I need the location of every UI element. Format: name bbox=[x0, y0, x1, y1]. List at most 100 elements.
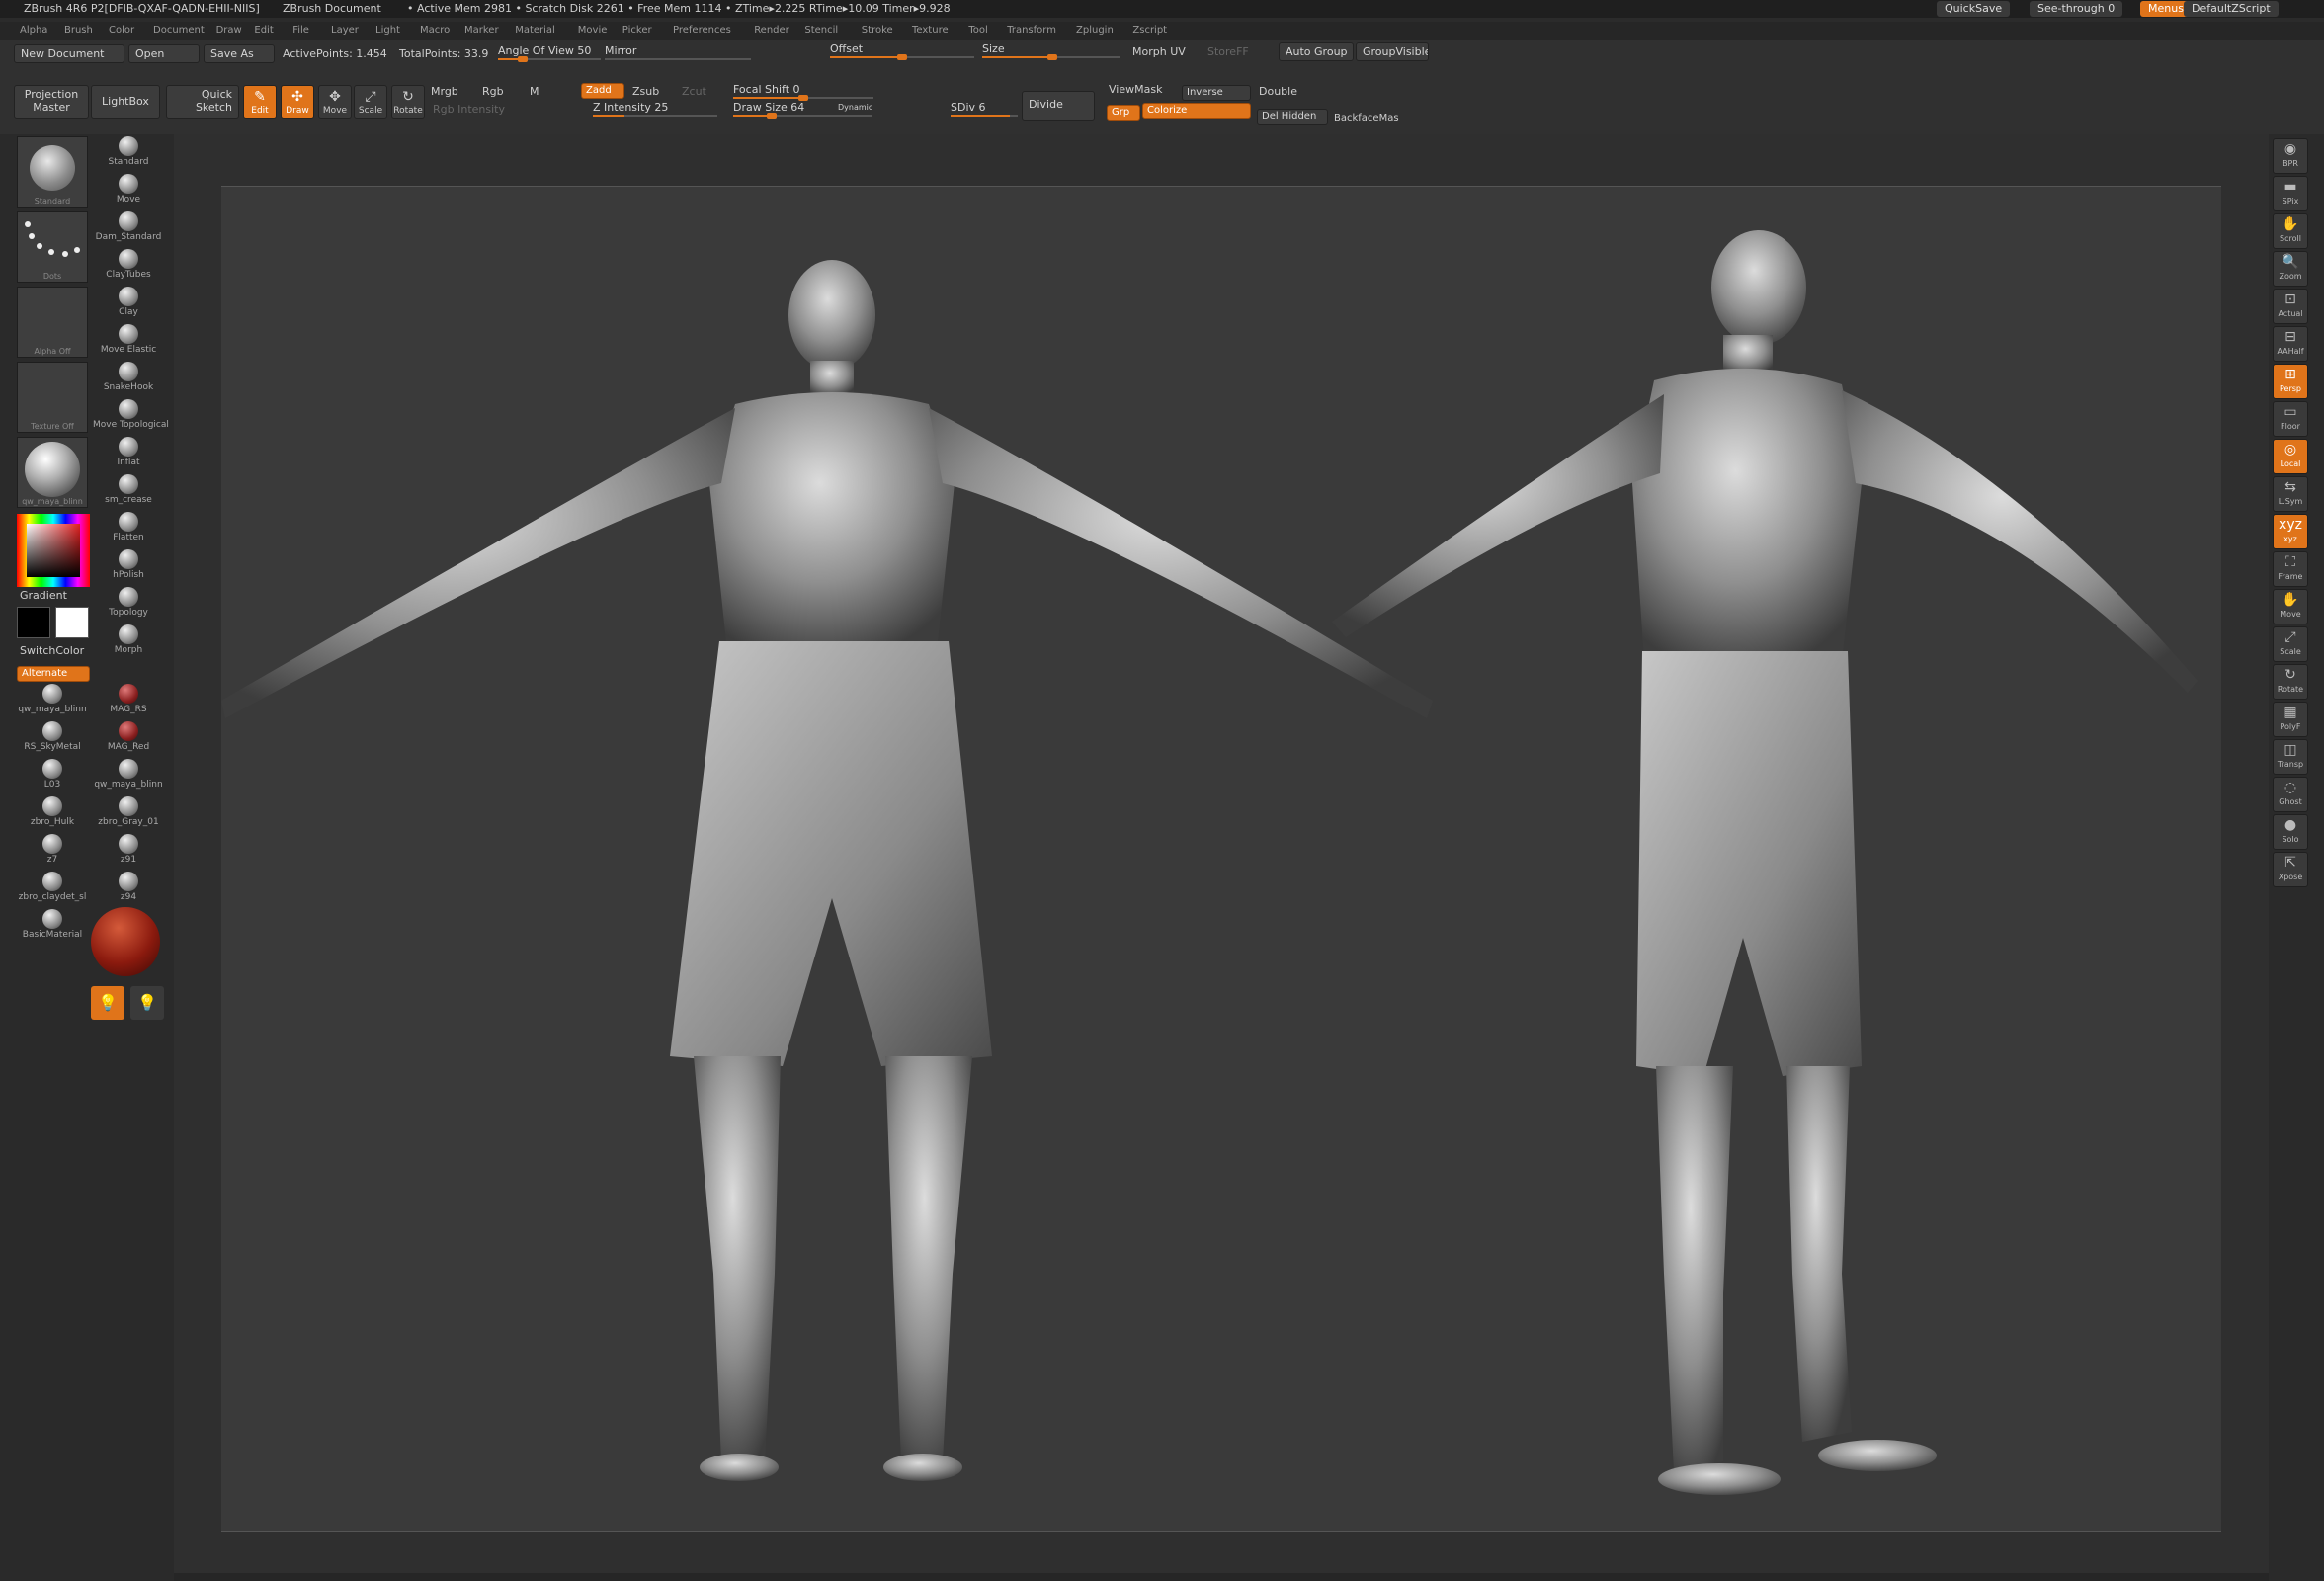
menu-movie[interactable]: Movie bbox=[578, 25, 608, 36]
save-as-button[interactable]: Save As bbox=[204, 44, 275, 63]
brush-item[interactable]: Move bbox=[93, 174, 164, 211]
brush-item[interactable]: sm_crease bbox=[93, 474, 164, 512]
double-button[interactable]: Double bbox=[1259, 85, 1297, 98]
angle-of-view-slider[interactable]: Angle Of View 50 bbox=[498, 44, 601, 62]
shelf-persp-button[interactable]: ⊞ Persp bbox=[2273, 364, 2308, 399]
offset-slider[interactable]: Offset bbox=[830, 42, 974, 60]
group-visible-button[interactable]: GroupVisible bbox=[1356, 42, 1429, 61]
brush-item[interactable]: ClayTubes bbox=[93, 249, 164, 287]
shelf-xpose-button[interactable]: ⇱ Xpose bbox=[2273, 852, 2308, 887]
material-thumb[interactable]: qw_maya_blinn bbox=[17, 437, 88, 508]
projection-master-button[interactable]: Projection Master bbox=[14, 85, 89, 119]
red-material-sphere[interactable] bbox=[91, 907, 160, 976]
rgb-button[interactable]: Rgb bbox=[482, 85, 504, 98]
menu-layer[interactable]: Layer bbox=[331, 25, 359, 36]
shelf-aahalf-button[interactable]: ⊟ AAHalf bbox=[2273, 326, 2308, 362]
shelf-spix-button[interactable]: ▬ SPix bbox=[2273, 176, 2308, 211]
brush-item[interactable]: Flatten bbox=[93, 512, 164, 549]
menu-render[interactable]: Render bbox=[754, 25, 789, 36]
m-button[interactable]: M bbox=[530, 85, 540, 98]
brush-item[interactable]: Dam_Standard bbox=[93, 211, 164, 249]
material-item[interactable]: L03 bbox=[17, 759, 88, 796]
menu-document[interactable]: Document bbox=[153, 25, 205, 36]
backface-mask-button[interactable]: BackfaceMas bbox=[1334, 113, 1399, 124]
material-item[interactable]: BasicMaterial bbox=[17, 909, 88, 947]
viewmask-button[interactable]: ViewMask bbox=[1109, 83, 1162, 96]
menu-tool[interactable]: Tool bbox=[968, 25, 987, 36]
zsub-button[interactable]: Zsub bbox=[632, 85, 659, 98]
divide-button[interactable]: Divide bbox=[1022, 91, 1095, 121]
stroke-thumb[interactable]: Dots bbox=[17, 211, 88, 283]
menu-color[interactable]: Color bbox=[109, 25, 134, 36]
shelf-transp-button[interactable]: ◫ Transp bbox=[2273, 739, 2308, 775]
alpha-thumb[interactable]: Alpha Off bbox=[17, 287, 88, 358]
menu-zplugin[interactable]: Zplugin bbox=[1076, 25, 1114, 36]
see-through-slider[interactable]: See-through 0 bbox=[2030, 1, 2123, 17]
brush-item[interactable]: hPolish bbox=[93, 549, 164, 587]
menu-file[interactable]: File bbox=[292, 25, 309, 36]
scale-mode-button[interactable]: ⤢ Scale bbox=[354, 85, 387, 119]
menu-macro[interactable]: Macro bbox=[420, 25, 450, 36]
brush-item[interactable]: Morph bbox=[93, 624, 164, 662]
shelf-zoom-button[interactable]: 🔍 Zoom bbox=[2273, 251, 2308, 287]
shelf-scale-button[interactable]: ⤢ Scale bbox=[2273, 626, 2308, 662]
menu-picker[interactable]: Picker bbox=[622, 25, 652, 36]
shelf-bpr-button[interactable]: ◉ BPR bbox=[2273, 138, 2308, 174]
brush-item[interactable]: SnakeHook bbox=[93, 362, 164, 399]
shelf-floor-button[interactable]: ▭ Floor bbox=[2273, 401, 2308, 437]
menu-edit[interactable]: Edit bbox=[254, 25, 273, 36]
z-intensity-slider[interactable]: Z Intensity 25 bbox=[593, 101, 717, 117]
edit-mode-button[interactable]: ✎ Edit bbox=[243, 85, 277, 119]
material-item[interactable]: zbro_Hulk bbox=[17, 796, 88, 834]
shelf-local-button[interactable]: ◎ Local bbox=[2273, 439, 2308, 474]
open-button[interactable]: Open bbox=[128, 44, 200, 63]
material-item[interactable]: qw_maya_blinn bbox=[93, 759, 164, 796]
new-document-button[interactable]: New Document bbox=[14, 44, 124, 63]
menu-texture[interactable]: Texture bbox=[912, 25, 949, 36]
menu-material[interactable]: Material bbox=[515, 25, 555, 36]
material-item[interactable]: MAG_Red bbox=[93, 721, 164, 759]
material-item[interactable]: z91 bbox=[93, 834, 164, 872]
material-item[interactable]: qw_maya_blinn bbox=[17, 684, 88, 721]
menu-preferences[interactable]: Preferences bbox=[673, 25, 731, 36]
brush-item[interactable]: Clay bbox=[93, 287, 164, 324]
material-item[interactable]: MAG_RS bbox=[93, 684, 164, 721]
del-hidden-button[interactable]: Del Hidden bbox=[1257, 109, 1328, 125]
dynamic-toggle[interactable]: Dynamic bbox=[838, 103, 872, 112]
size-slider[interactable]: Size bbox=[982, 42, 1120, 60]
shelf-rotate-button[interactable]: ↻ Rotate bbox=[2273, 664, 2308, 700]
mirror-slider[interactable]: Mirror bbox=[605, 44, 751, 60]
rgb-intensity-slider[interactable]: Rgb Intensity bbox=[433, 103, 505, 116]
texture-thumb[interactable]: Texture Off bbox=[17, 362, 88, 433]
quicksave-button[interactable]: QuickSave bbox=[1937, 1, 2011, 17]
menu-zscript[interactable]: Zscript bbox=[1132, 25, 1167, 36]
material-item[interactable]: RS_SkyMetal bbox=[17, 721, 88, 759]
light-bulb-off-icon[interactable]: 💡 bbox=[130, 986, 164, 1020]
color-picker[interactable] bbox=[17, 514, 90, 587]
main-color-swatch[interactable] bbox=[17, 607, 50, 638]
material-item[interactable]: z94 bbox=[93, 872, 164, 909]
inverse-button[interactable]: Inverse bbox=[1182, 85, 1251, 101]
shelf-l-sym-button[interactable]: ⇆ L.Sym bbox=[2273, 476, 2308, 512]
alternate-button[interactable]: Alternate bbox=[17, 666, 90, 682]
brush-item[interactable]: Move Elastic bbox=[93, 324, 164, 362]
menu-stencil[interactable]: Stencil bbox=[804, 25, 838, 36]
move-mode-button[interactable]: ✥ Move bbox=[318, 85, 352, 119]
menu-marker[interactable]: Marker bbox=[464, 25, 499, 36]
material-item[interactable]: zbro_Gray_01 bbox=[93, 796, 164, 834]
material-item[interactable]: zbro_claydet_sl bbox=[17, 872, 88, 909]
brush-item[interactable]: Inflat bbox=[93, 437, 164, 474]
switch-color-button[interactable]: SwitchColor bbox=[20, 644, 84, 657]
gradient-toggle[interactable]: Gradient bbox=[20, 589, 67, 602]
auto-group-button[interactable]: Auto Group bbox=[1279, 42, 1354, 61]
current-brush-thumb[interactable]: Standard bbox=[17, 136, 88, 208]
colorize-button[interactable]: Colorize bbox=[1142, 103, 1251, 119]
shelf-move-button[interactable]: ✋ Move bbox=[2273, 589, 2308, 624]
light-bulb-icon[interactable]: 💡 bbox=[91, 986, 124, 1020]
quick-sketch-button[interactable]: Quick Sketch bbox=[166, 85, 239, 119]
menu-light[interactable]: Light bbox=[375, 25, 400, 36]
menu-draw[interactable]: Draw bbox=[216, 25, 242, 36]
shelf-solo-button[interactable]: ● Solo bbox=[2273, 814, 2308, 850]
focal-shift-slider[interactable]: Focal Shift 0 bbox=[733, 83, 873, 101]
color-square[interactable] bbox=[27, 524, 80, 577]
